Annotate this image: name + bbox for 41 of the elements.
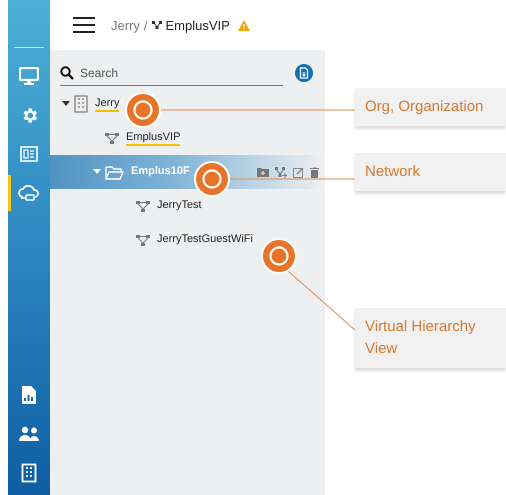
panel-icon bbox=[20, 146, 38, 162]
folder-icon bbox=[105, 164, 124, 180]
monitor-icon bbox=[19, 67, 39, 85]
tree-item[interactable]: JerryTestGuestWiFi bbox=[50, 223, 325, 257]
caret-icon[interactable] bbox=[62, 101, 70, 107]
network-icon bbox=[152, 21, 162, 29]
building-icon bbox=[21, 463, 37, 483]
tree-label: Jerry bbox=[95, 96, 120, 112]
network-add-icon[interactable] bbox=[275, 166, 287, 178]
marker-icon bbox=[194, 161, 230, 197]
folder-add-icon[interactable] bbox=[257, 167, 269, 177]
tree-label: Emplus10F bbox=[131, 164, 190, 178]
network-icon bbox=[136, 234, 150, 246]
marker-icon bbox=[261, 238, 297, 274]
network-icon bbox=[136, 200, 150, 212]
callout-label: Virtual Hierarchy View bbox=[355, 308, 506, 368]
cloud-icon bbox=[18, 184, 40, 202]
warning-icon bbox=[238, 20, 250, 30]
tree-item[interactable]: Jerry bbox=[50, 87, 325, 121]
document-icon[interactable] bbox=[295, 64, 313, 82]
callout-label: Org, Organization bbox=[355, 88, 506, 126]
search-field[interactable]: Search bbox=[80, 66, 230, 80]
edit-icon[interactable] bbox=[293, 166, 304, 178]
leader-line bbox=[288, 270, 356, 330]
trash-icon[interactable] bbox=[310, 166, 319, 178]
marker-icon bbox=[125, 92, 161, 128]
menu-icon[interactable] bbox=[73, 17, 95, 33]
breadcrumb-current: EmplusVIP bbox=[166, 18, 230, 32]
tree-label: JerryTest bbox=[157, 198, 202, 212]
breadcrumb-separator: / bbox=[144, 18, 148, 32]
report-icon bbox=[21, 385, 37, 405]
tree-item[interactable]: JerryTest bbox=[50, 189, 325, 223]
callout-label: Network bbox=[355, 153, 506, 191]
search-icon bbox=[60, 66, 74, 80]
breadcrumb-link[interactable]: Jerry bbox=[111, 18, 140, 32]
tree-label: EmplusVIP bbox=[126, 130, 180, 146]
tree-label: JerryTestGuestWiFi bbox=[157, 232, 253, 246]
building-icon bbox=[74, 95, 88, 113]
network-icon bbox=[105, 132, 119, 144]
people-icon bbox=[18, 426, 40, 442]
tree-item[interactable]: EmplusVIP bbox=[50, 121, 325, 155]
